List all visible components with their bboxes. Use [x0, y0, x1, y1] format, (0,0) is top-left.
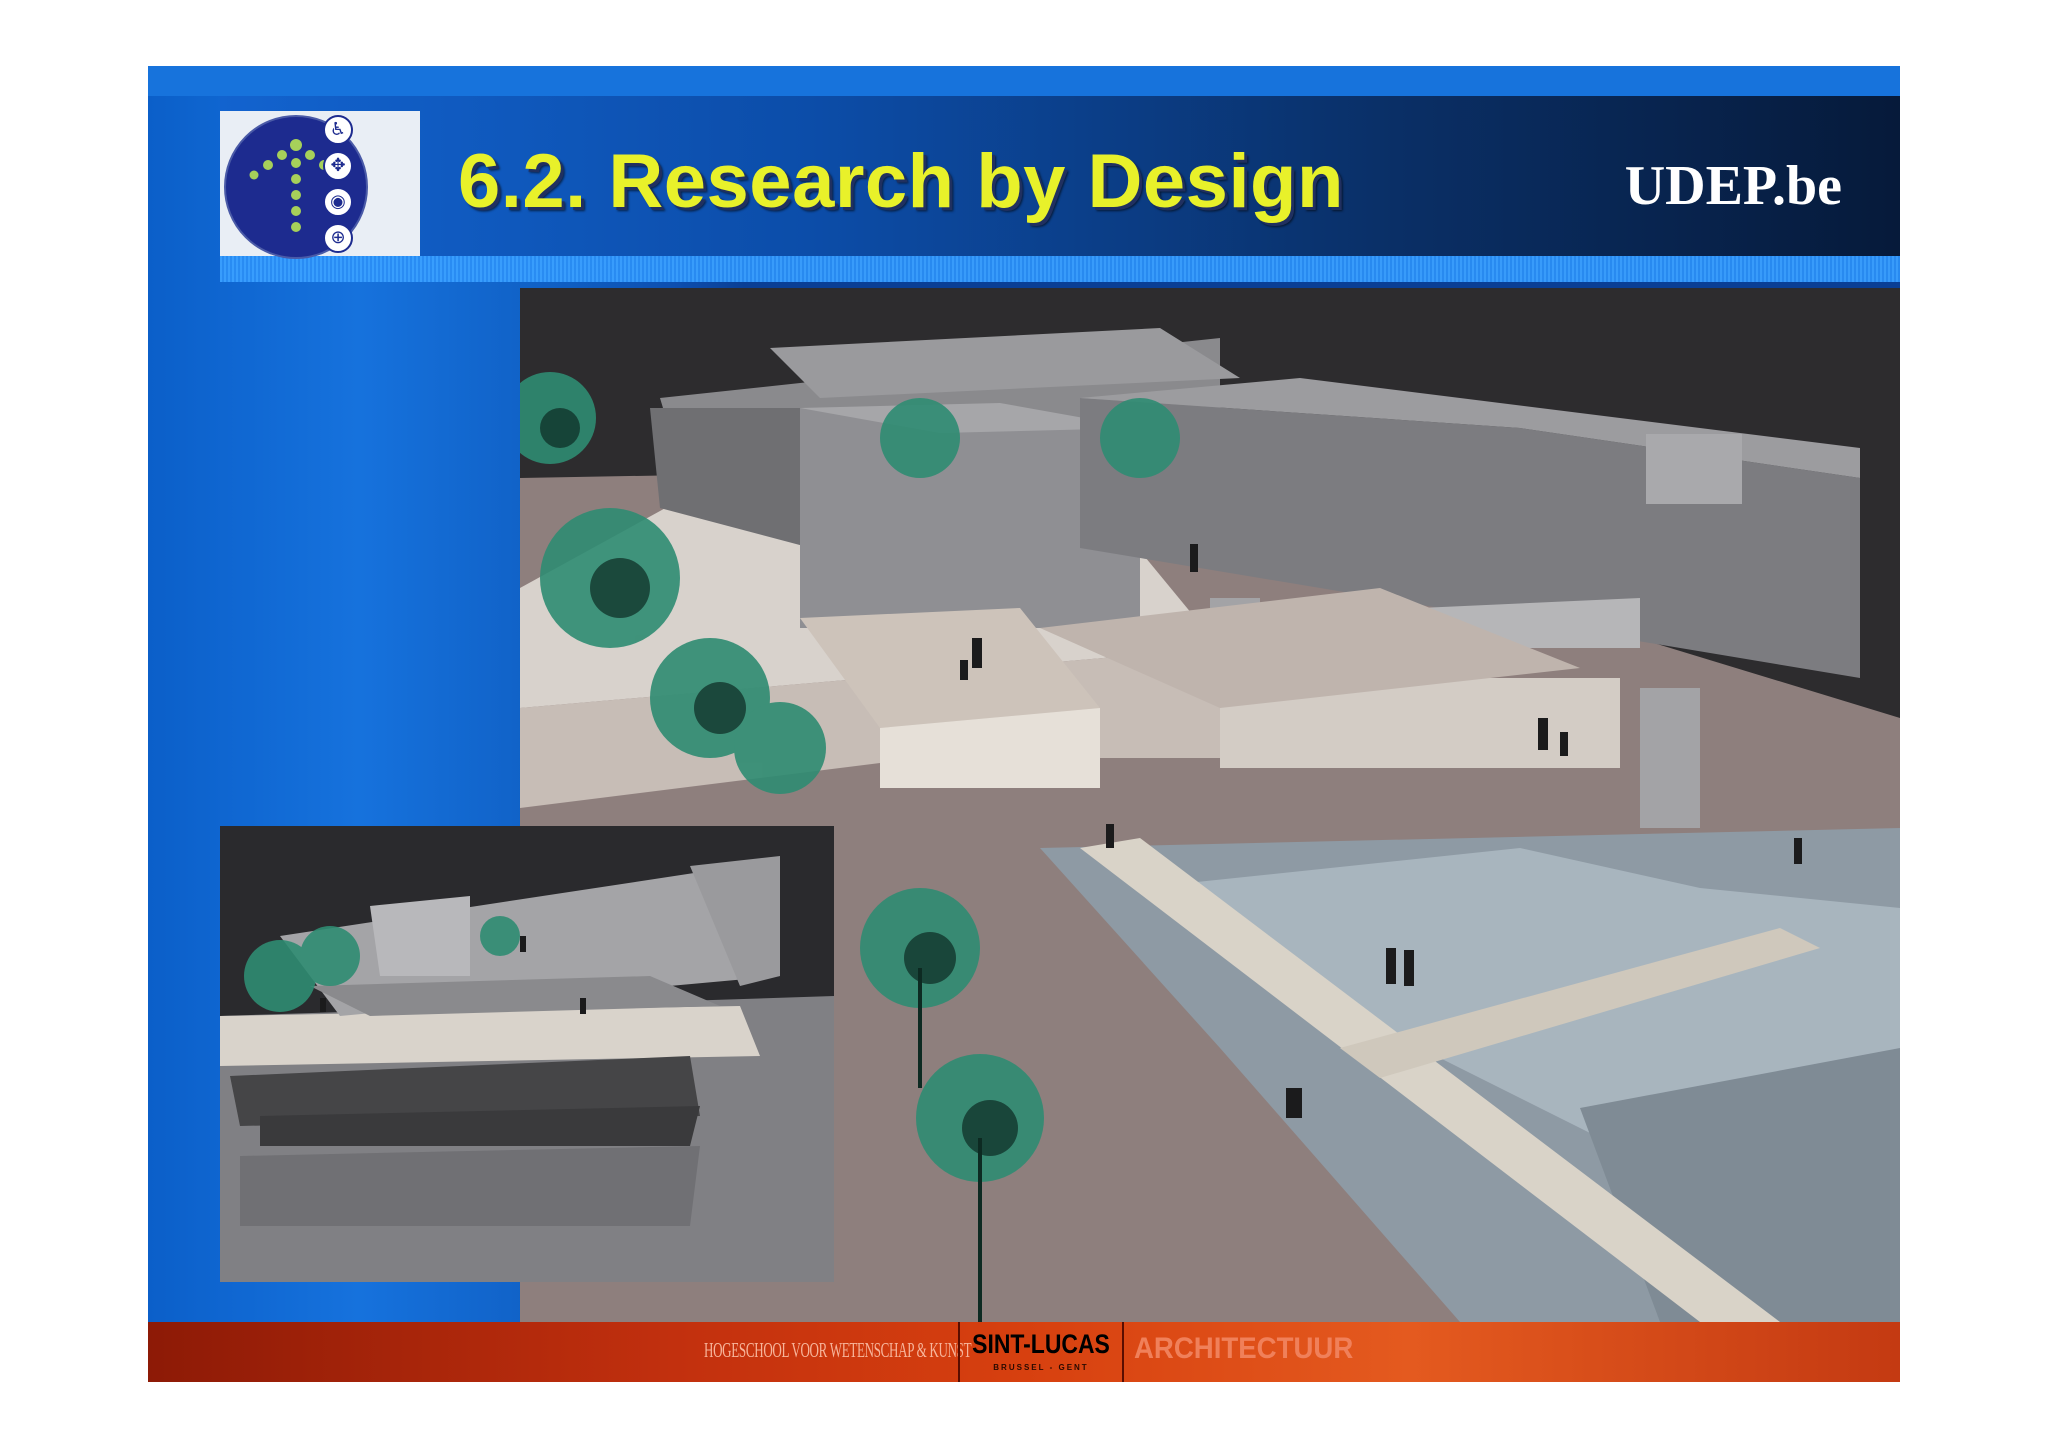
footer-department: ARCHITECTUUR	[1134, 1332, 1354, 1365]
wheelchair-icon: ♿	[323, 115, 353, 145]
compass-icon: ✥	[323, 151, 353, 181]
footer-school-location: BRUSSEL - GENT	[993, 1363, 1089, 1372]
brand-label: UDEP.be	[1624, 155, 1842, 217]
footer-bar: HOGESCHOOL VOOR WETENSCHAP & KUNST SINT-…	[148, 1322, 1900, 1382]
architecture-render-inset	[220, 826, 834, 1282]
inset-illustration	[220, 826, 834, 1282]
footer-school-name: SINT-LUCAS	[972, 1329, 1110, 1359]
logo-icon-column: ♿ ✥ ◉ ⊕	[318, 111, 358, 256]
top-strip	[148, 66, 1900, 96]
header-underline	[220, 256, 1900, 282]
slide-title: 6.2. Research by Design	[458, 139, 1344, 224]
eye-icon: ◉	[323, 187, 353, 217]
footer-institution: HOGESCHOOL VOOR WETENSCHAP & KUNST	[704, 1338, 972, 1362]
footer-school-logo: SINT-LUCAS BRUSSEL - GENT	[958, 1322, 1124, 1382]
slide: ♿ ✥ ◉ ⊕ 6.2. Research by Design UDEP.be	[148, 66, 1900, 1382]
globe-icon: ⊕	[323, 223, 353, 253]
